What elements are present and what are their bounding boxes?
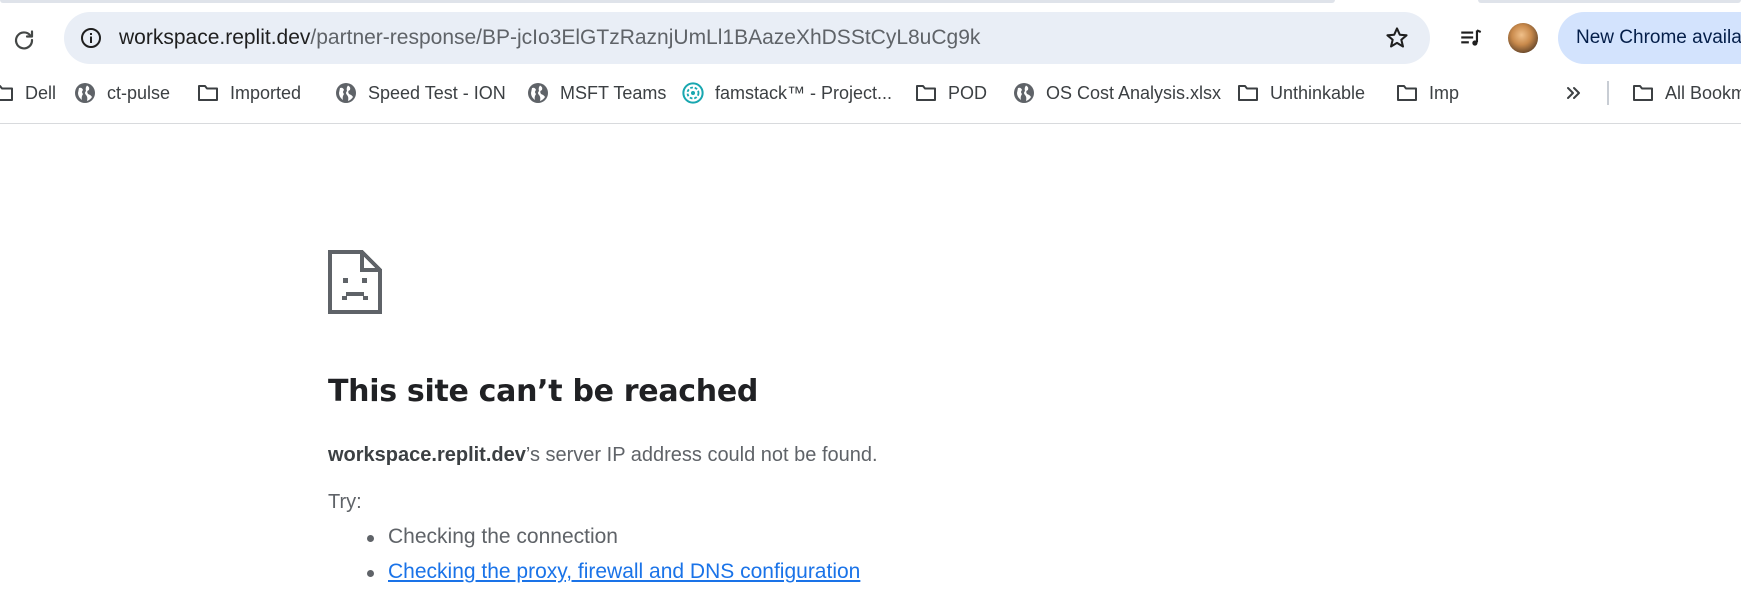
- bookmark-label: famstack™ - Project...: [715, 82, 893, 103]
- error-page: This site can’t be reached workspace.rep…: [0, 124, 1741, 583]
- bookmark-famstack[interactable]: famstack™ - Project...: [682, 75, 892, 111]
- active-tab-edge: [0, 0, 1335, 3]
- error-host: workspace.replit.dev: [328, 444, 526, 466]
- bookmark-msft-teams[interactable]: MSFT Teams: [527, 75, 666, 111]
- url-host: workspace.replit.dev: [119, 26, 311, 49]
- folder-icon: [1632, 82, 1654, 104]
- list-item: Checking the proxy, firewall and DNS con…: [328, 559, 860, 594]
- suggestions-list: Checking the connection Checking the pro…: [328, 524, 860, 594]
- bullet-dot: [367, 535, 374, 542]
- url-text[interactable]: workspace.replit.dev/partner-response/BP…: [119, 26, 980, 50]
- bookmark-label: POD: [948, 82, 988, 103]
- address-bar[interactable]: workspace.replit.dev/partner-response/BP…: [64, 12, 1430, 64]
- all-bookmarks-folder[interactable]: All Bookmarks: [1632, 75, 1741, 111]
- inactive-tab-edge: [1478, 0, 1741, 3]
- bookmark-dell[interactable]: Dell: [0, 75, 56, 111]
- profile-avatar[interactable]: [1508, 23, 1538, 53]
- sad-page-icon: [328, 250, 382, 314]
- bookmark-pod[interactable]: POD: [915, 75, 987, 111]
- globe-icon: [1013, 82, 1035, 104]
- globe-icon: [335, 82, 357, 104]
- bookmark-label: ct-pulse: [107, 82, 171, 103]
- bookmark-speed-test-ion[interactable]: Speed Test - ION: [335, 75, 506, 111]
- error-description: workspace.replit.dev’s server IP address…: [328, 442, 878, 468]
- famstack-icon: [682, 82, 704, 104]
- tab-strip-edge: [0, 0, 1741, 4]
- error-description-suffix: ’s server IP address could not be found.: [525, 444, 878, 466]
- browser-toolbar: workspace.replit.dev/partner-response/BP…: [0, 0, 1741, 75]
- bookmark-label: Unthinkable: [1270, 82, 1366, 103]
- bookmark-star-icon[interactable]: [1382, 23, 1412, 53]
- bookmark-ct-pulse[interactable]: ct-pulse: [74, 75, 170, 111]
- bookmark-label: Dell: [25, 82, 57, 103]
- all-bookmarks-label: All Bookmarks: [1665, 82, 1741, 103]
- bullet-dot: [367, 570, 374, 577]
- globe-icon: [74, 82, 96, 104]
- bookmarks-separator: [1607, 81, 1609, 105]
- folder-icon: [0, 82, 14, 104]
- bookmark-label: Imp: [1429, 82, 1460, 103]
- bookmark-unthinkable[interactable]: Unthinkable: [1237, 75, 1365, 111]
- globe-icon: [527, 82, 549, 104]
- try-label: Try:: [328, 491, 362, 513]
- site-info-icon[interactable]: [76, 23, 106, 53]
- folder-icon: [1396, 82, 1418, 104]
- bookmark-imp[interactable]: Imp: [1396, 75, 1459, 111]
- folder-icon: [1237, 82, 1259, 104]
- bookmark-label: Speed Test - ION: [368, 82, 506, 103]
- bookmark-label: Imported: [230, 82, 302, 103]
- error-title: This site can’t be reached: [328, 374, 759, 409]
- reload-icon: [14, 30, 34, 50]
- bookmark-label: OS Cost Analysis.xlsx: [1046, 82, 1222, 103]
- bookmark-os-cost-analysis[interactable]: OS Cost Analysis.xlsx: [1013, 75, 1221, 111]
- reload-button[interactable]: [6, 22, 42, 58]
- folder-icon: [915, 82, 937, 104]
- url-path: /partner-response/BP-jcIo3ElGTzRaznjUmLl…: [310, 26, 981, 49]
- more-bookmarks-chevron-icon[interactable]: [1560, 75, 1588, 111]
- media-controls-icon[interactable]: [1455, 22, 1487, 54]
- new-chrome-available-button[interactable]: New Chrome available: [1558, 12, 1741, 64]
- bookmarks-bar: Dell ct-pulse Imported Speed Test - ION …: [0, 75, 1741, 124]
- bookmark-label: MSFT Teams: [560, 82, 667, 103]
- bookmark-imported[interactable]: Imported: [197, 75, 301, 111]
- suggestion-check-connection: Checking the connection: [388, 525, 618, 548]
- folder-icon: [197, 82, 219, 104]
- list-item: Checking the connection: [328, 524, 860, 559]
